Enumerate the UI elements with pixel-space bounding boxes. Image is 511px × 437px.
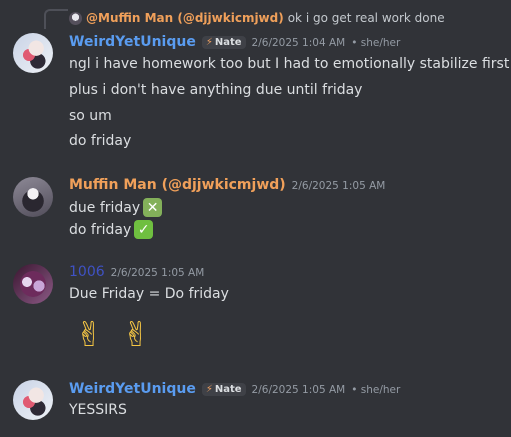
timestamp[interactable]: 2/6/2025 1:04 AM	[252, 37, 346, 49]
timestamp[interactable]: 2/6/2025 1:05 AM	[252, 384, 346, 396]
avatar[interactable]	[13, 380, 53, 420]
victory-hand-emoji: ✌	[75, 315, 104, 355]
server-tag[interactable]: ⚡ Nate	[201, 383, 246, 396]
timestamp[interactable]: 2/6/2025 1:05 AM	[292, 180, 386, 192]
lightning-icon: ⚡	[205, 37, 213, 48]
message-text-content: do friday	[69, 221, 132, 238]
avatar[interactable]	[13, 33, 53, 73]
timestamp[interactable]: 2/6/2025 1:05 AM	[111, 267, 205, 279]
lightning-icon: ⚡	[205, 384, 213, 395]
message-text: Due Friday = Do friday	[69, 286, 229, 302]
message-text-content: due friday	[69, 199, 141, 216]
chat-messages: @Muffin Man (@djjwkicmjwd) ok i go get r…	[0, 0, 511, 437]
author-name[interactable]: Muffin Man (@djjwkicmjwd)	[69, 177, 286, 193]
message-text: ngl i have homework too but I had to emo…	[69, 56, 510, 72]
server-tag-label: Nate	[214, 37, 242, 48]
message-text: plus i don't have anything due until fri…	[69, 82, 363, 98]
author-name[interactable]: WeirdYetUnique	[69, 381, 196, 397]
reply-connector	[44, 9, 68, 29]
cross-mark-emoji: ✕	[143, 198, 163, 217]
message-text: do friday ✓	[69, 220, 154, 239]
victory-hand-emoji: ✌	[122, 315, 151, 355]
message-header: 1006 2/6/2025 1:05 AM	[69, 264, 204, 280]
avatar[interactable]	[13, 177, 53, 217]
message-text: YESSIRS	[69, 402, 127, 418]
pronouns: • she/her	[351, 384, 401, 396]
reply-preview[interactable]: @Muffin Man (@djjwkicmjwd) ok i go get r…	[69, 9, 445, 27]
author-name[interactable]: 1006	[69, 264, 105, 280]
message-header: WeirdYetUnique ⚡ Nate 2/6/2025 1:05 AM •…	[69, 381, 400, 397]
reply-text[interactable]: ok i go get real work done	[288, 11, 445, 25]
avatar-mini-icon	[69, 11, 82, 25]
avatar[interactable]	[13, 264, 53, 304]
message-header: Muffin Man (@djjwkicmjwd) 2/6/2025 1:05 …	[69, 177, 385, 193]
message-header: WeirdYetUnique ⚡ Nate 2/6/2025 1:04 AM •…	[69, 34, 400, 50]
pronouns: • she/her	[351, 37, 401, 49]
server-tag-label: Nate	[214, 384, 242, 395]
check-mark-emoji: ✓	[134, 220, 154, 239]
message-text: do friday	[69, 133, 132, 149]
message-text: due friday ✕	[69, 198, 163, 217]
author-name[interactable]: WeirdYetUnique	[69, 34, 196, 50]
message-text: so um	[69, 108, 112, 124]
reply-author[interactable]: @Muffin Man (@djjwkicmjwd)	[86, 11, 284, 25]
server-tag[interactable]: ⚡ Nate	[201, 36, 246, 49]
